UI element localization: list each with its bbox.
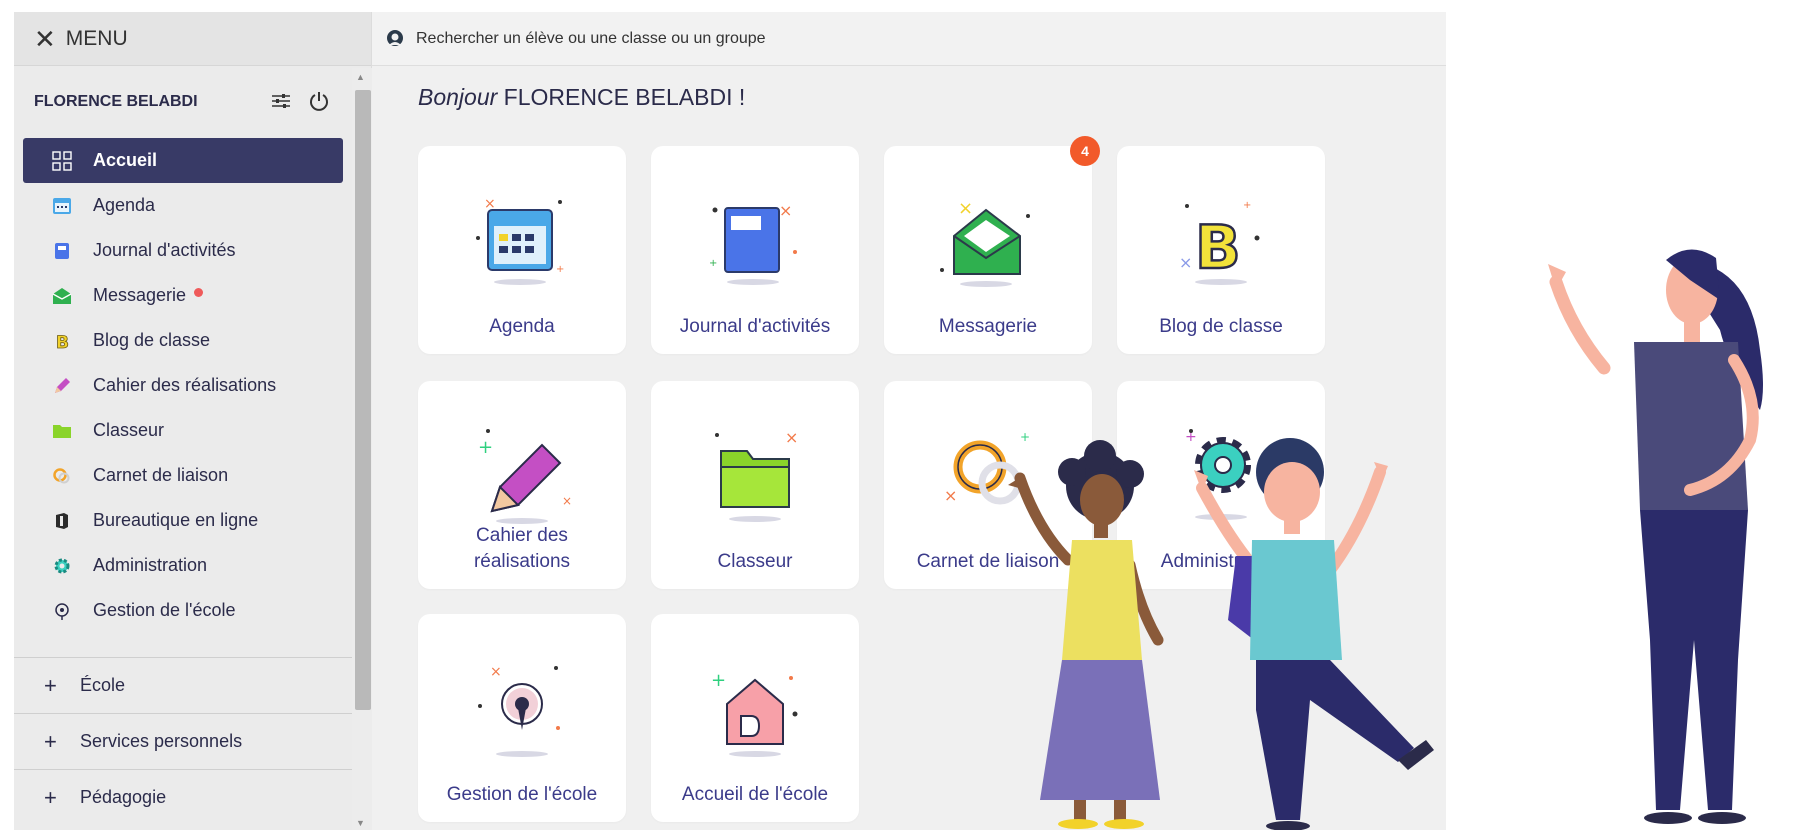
section-label: Pédagogie <box>80 787 167 807</box>
sidebar-item-label: Carnet de liaison <box>93 465 229 485</box>
svg-text:×: × <box>944 486 957 505</box>
svg-text:+: + <box>1243 200 1251 211</box>
power-icon[interactable] <box>308 90 330 118</box>
sidebar-item-agenda[interactable]: Agenda <box>23 183 343 228</box>
sidebar-item-label: Accueil <box>93 150 158 170</box>
envelope-icon <box>51 285 73 307</box>
tile-cahier[interactable]: + × Cahier des réalisations <box>418 381 626 589</box>
blog-icon: B <box>51 330 73 352</box>
sidebar: ✕ MENU FLORENCE BELABDI Accueil Agenda J… <box>14 12 372 830</box>
sidebar-item-cahier[interactable]: Cahier des réalisations <box>23 363 343 408</box>
sidebar-item-messagerie[interactable]: Messagerie <box>23 273 343 318</box>
greeting-name: FLORENCE BELABDI ! <box>503 84 746 110</box>
grid-icon <box>51 150 73 172</box>
woman-purple-illustration <box>1548 249 1763 824</box>
sidebar-item-accueil[interactable]: Accueil <box>23 138 343 183</box>
notification-badge: 4 <box>1070 136 1100 166</box>
office-icon <box>51 510 73 532</box>
folder-icon: × <box>715 428 798 522</box>
section-ecole[interactable]: + École <box>14 657 352 713</box>
section-services-personnels[interactable]: + Services personnels <box>14 713 352 769</box>
svg-text:×: × <box>490 664 502 680</box>
sidebar-item-label: Bureautique en ligne <box>93 510 259 530</box>
journal-icon <box>51 240 73 262</box>
sidebar-item-label: Journal d'activités <box>93 240 236 260</box>
search-bar[interactable]: Rechercher un élève ou une classe ou un … <box>372 12 1446 66</box>
sidebar-item-classeur[interactable]: Classeur <box>23 408 343 453</box>
tile-label: Cahier des réalisations <box>473 525 571 572</box>
girl-yellow-illustration <box>1008 440 1164 829</box>
section-pedagogie[interactable]: + Pédagogie <box>14 769 352 825</box>
greeting: Bonjour FLORENCE BELABDI ! <box>418 84 745 111</box>
sidebar-sections: + École + Services personnels + Pédagogi… <box>14 657 352 825</box>
tile-label: Journal d'activités <box>679 316 831 337</box>
svg-text:×: × <box>785 428 798 447</box>
tile-label: Classeur <box>717 551 793 572</box>
svg-text:+: + <box>709 258 717 269</box>
user-name: FLORENCE BELABDI <box>34 93 198 110</box>
close-icon[interactable]: ✕ <box>34 26 56 52</box>
notification-dot <box>194 288 204 297</box>
svg-text:B: B <box>56 333 69 351</box>
greeting-prefix: Bonjour <box>418 84 498 110</box>
user-header: FLORENCE BELABDI <box>14 66 352 138</box>
svg-text:+: + <box>556 264 564 275</box>
sidebar-item-label: Classeur <box>93 420 165 440</box>
menu-label: MENU <box>65 26 128 50</box>
sidebar-item-label: Agenda <box>93 195 156 215</box>
sidebar-item-label: Administration <box>93 555 208 575</box>
plus-icon: + <box>44 784 57 810</box>
search-input[interactable]: Rechercher un élève ou une classe ou un … <box>416 30 766 48</box>
section-label: École <box>80 675 126 695</box>
tile-gestion[interactable]: × Gestion de l'école <box>418 614 626 822</box>
sidebar-item-gestion[interactable]: Gestion de l'école <box>23 588 343 633</box>
plus-icon: + <box>44 672 57 698</box>
journal-icon: × + <box>709 201 797 285</box>
sidebar-item-label: Blog de classe <box>93 330 211 350</box>
gear-icon <box>51 555 73 577</box>
sidebar-item-label: Gestion de l'école <box>93 600 236 620</box>
scroll-down-arrow[interactable]: ▼ <box>356 818 365 828</box>
sidebar-item-carnet[interactable]: Carnet de liaison <box>23 453 343 498</box>
tile-agenda[interactable]: × + Agenda <box>418 146 626 354</box>
pencil-icon: + × <box>478 429 572 524</box>
location-icon <box>51 600 73 622</box>
plus-icon: + <box>44 728 57 754</box>
tile-label: Agenda <box>489 316 555 337</box>
tile-label: Gestion de l'école <box>446 784 598 805</box>
waving-people-illustration <box>1008 249 1763 830</box>
svg-text:×: × <box>562 494 572 508</box>
link-icon <box>51 465 73 487</box>
svg-text:×: × <box>779 201 792 220</box>
svg-text:+: + <box>478 437 493 458</box>
tile-journal[interactable]: × + Journal d'activités <box>651 146 859 354</box>
menu-toggle[interactable]: ✕ MENU <box>14 12 371 66</box>
calendar-icon: × + <box>476 196 564 285</box>
pencil-icon <box>51 375 73 397</box>
svg-text:+: + <box>711 670 726 691</box>
sidebar-item-blog[interactable]: B Blog de classe <box>23 318 343 363</box>
tile-label: Accueil de l'école <box>681 784 829 805</box>
svg-text:×: × <box>958 198 973 219</box>
boy-blue-illustration <box>1194 438 1434 830</box>
folder-icon <box>51 420 73 442</box>
scroll-up-arrow[interactable]: ▲ <box>356 72 365 82</box>
tile-classeur[interactable]: × Classeur <box>651 381 859 589</box>
person-search-icon <box>384 28 406 50</box>
sidebar-item-journal[interactable]: Journal d'activités <box>23 228 343 273</box>
settings-sliders-icon[interactable] <box>270 90 292 118</box>
tile-accueil-ecole[interactable]: + Accueil de l'école <box>651 614 859 822</box>
sidebar-item-administration[interactable]: Administration <box>23 543 343 588</box>
location-icon: × <box>478 664 560 757</box>
sidebar-nav: Accueil Agenda Journal d'activités Messa… <box>14 138 352 633</box>
house-icon: + <box>711 670 798 757</box>
calendar-icon <box>51 195 73 217</box>
sidebar-item-label: Cahier des réalisations <box>93 375 277 395</box>
sidebar-item-bureautique[interactable]: Bureautique en ligne <box>23 498 343 543</box>
sidebar-scrollbar-thumb[interactable] <box>355 90 371 710</box>
sidebar-item-label: Messagerie <box>93 285 187 305</box>
section-label: Services personnels <box>80 731 243 751</box>
